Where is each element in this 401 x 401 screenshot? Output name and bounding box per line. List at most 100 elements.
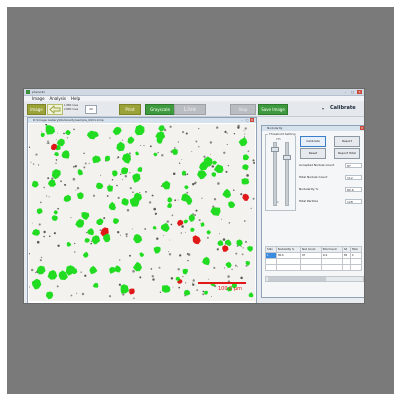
results-close-button[interactable]: ✕: [360, 126, 364, 130]
graphite-speck: [76, 292, 78, 294]
threshold-thumb-low[interactable]: [271, 147, 279, 152]
scale-label: 100.0 µm: [218, 286, 242, 292]
report-button[interactable]: Report: [334, 136, 360, 147]
image-button[interactable]: Image: [27, 104, 46, 115]
graphite-speck: [243, 130, 245, 132]
graphite-speck: [76, 187, 80, 190]
table-row[interactable]: [264, 264, 363, 271]
total-count-label: Total Nodule Count: [299, 175, 328, 179]
graphite-speck: [171, 214, 174, 217]
image-window-title: D:\Image Gallery\Nodularity\sample_0001.…: [28, 118, 256, 123]
menu-image[interactable]: Image: [32, 96, 45, 101]
graphite-speck: [174, 199, 177, 202]
table-cell[interactable]: [264, 264, 278, 271]
graphite-speck: [169, 239, 171, 241]
table-cell[interactable]: [342, 264, 351, 271]
image-maximize-button[interactable]: □: [245, 118, 249, 122]
graphite-speck: [250, 207, 252, 210]
graphite-speck: [169, 125, 172, 128]
prev-arrow-button[interactable]: [47, 104, 63, 115]
image-window-controls: – □ ✕: [240, 118, 254, 122]
graphite-speck: [237, 126, 240, 129]
graphite-speck: [233, 132, 236, 135]
threshold-thumb-high[interactable]: [283, 155, 291, 160]
report-total-button[interactable]: Report Total: [334, 148, 360, 159]
graphite-speck: [225, 170, 228, 173]
option-2[interactable]: 2 RBC lines: [64, 108, 84, 112]
graphite-speck: [133, 297, 135, 300]
graphite-speck: [75, 189, 77, 191]
results-table: S.No Nodularity % Nod Count Total Count …: [264, 246, 363, 271]
table-cell[interactable]: [300, 264, 322, 271]
graphite-speck: [227, 275, 230, 278]
reset-button[interactable]: Reset: [300, 148, 326, 159]
graphite-speck: [228, 222, 230, 224]
minimize-button[interactable]: –: [343, 90, 348, 94]
live-button[interactable]: Live: [174, 104, 206, 115]
graphite-speck: [179, 254, 182, 257]
graphite-speck: [34, 272, 36, 274]
graphite-speck: [178, 286, 181, 289]
image-minimize-button[interactable]: –: [240, 118, 244, 122]
chevron-down-icon[interactable]: ▾: [322, 106, 324, 111]
save-image-button[interactable]: Save Image: [258, 104, 288, 115]
accepted-nodule: [241, 178, 250, 185]
graphite-speck: [143, 145, 145, 147]
graphite-speck: [152, 278, 155, 281]
micrograph-image: [29, 124, 255, 301]
graphite-speck: [39, 201, 42, 204]
graphite-speck: [247, 150, 250, 153]
graphite-speck: [66, 137, 69, 139]
graphite-speck: [83, 152, 85, 155]
threshold-slider-high[interactable]: [285, 142, 289, 206]
graphite-speck: [103, 217, 106, 220]
graphite-speck: [149, 145, 152, 148]
image-close-button[interactable]: ✕: [250, 118, 254, 122]
table-cell[interactable]: [276, 264, 302, 271]
graphite-speck: [47, 140, 49, 142]
menu-analysis[interactable]: Analysis: [50, 96, 66, 101]
print-button[interactable]: Print: [119, 104, 141, 115]
graphite-speck: [156, 237, 159, 240]
graphite-speck: [43, 235, 45, 238]
graphite-speck: [223, 151, 226, 154]
graphite-speck: [201, 197, 203, 199]
graphite-speck: [196, 289, 199, 292]
maximize-button[interactable]: □: [350, 90, 355, 94]
graphite-speck: [122, 179, 123, 181]
table-cell[interactable]: [349, 264, 363, 271]
graphite-speck: [224, 130, 227, 133]
graphite-speck: [240, 193, 243, 196]
graphite-speck: [30, 268, 34, 272]
graphite-speck: [47, 142, 50, 145]
calibrate-button[interactable]: Calibrate: [300, 136, 326, 147]
graphite-speck: [118, 259, 121, 261]
window-controls: – □ ✕: [343, 90, 362, 94]
table-scrollbar[interactable]: [265, 276, 364, 282]
graphite-speck: [81, 292, 85, 296]
window-title: pheno4x: [32, 90, 46, 94]
graphite-speck: [224, 267, 226, 269]
scale-bar: [198, 282, 246, 284]
scrollbar-thumb[interactable]: [268, 277, 326, 281]
graphite-speck: [47, 177, 50, 180]
graphite-speck: [181, 225, 184, 228]
graphite-speck: [145, 191, 147, 193]
stop-button[interactable]: Stop: [230, 104, 256, 115]
table-cell[interactable]: [320, 264, 344, 271]
menu-bar: Image Analysis Help: [24, 96, 364, 101]
graphite-speck: [116, 158, 118, 160]
graphite-speck: [90, 242, 93, 245]
graphite-speck: [243, 220, 246, 222]
graphite-speck: [185, 282, 187, 284]
graphite-speck: [240, 276, 243, 280]
graphite-speck: [221, 218, 223, 220]
graphite-speck: [180, 232, 183, 234]
close-button[interactable]: ✕: [357, 90, 362, 94]
grayscale-button[interactable]: Grayscale: [145, 104, 175, 115]
value-input[interactable]: 20: [85, 105, 97, 114]
menu-help[interactable]: Help: [71, 96, 80, 101]
graphite-speck: [125, 233, 128, 236]
graphite-speck: [117, 231, 120, 234]
graphite-speck: [60, 180, 62, 183]
